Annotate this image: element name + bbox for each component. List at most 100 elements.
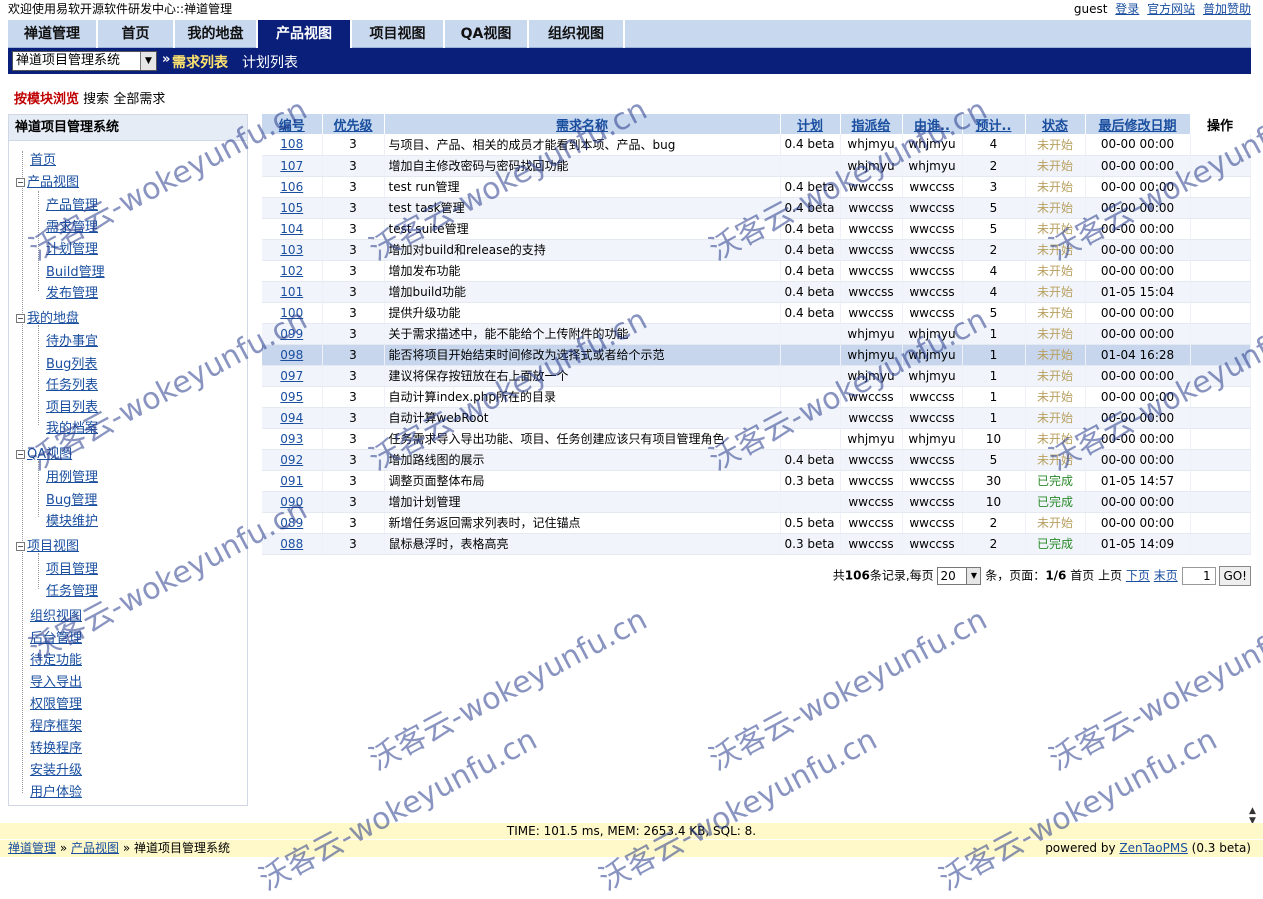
tree-item-product-manage[interactable]: 产品管理 [46, 194, 98, 213]
tab-org[interactable]: 组织视图 [529, 20, 625, 48]
col-status-header[interactable]: 状态 [1025, 114, 1086, 134]
col-pri-header[interactable]: 优先级 [322, 114, 385, 134]
tree-item-story-manage[interactable]: 需求管理 [46, 216, 98, 235]
story-id-link[interactable]: 102 [280, 264, 303, 278]
tree-item-bug-manage[interactable]: Bug管理 [46, 489, 97, 508]
collapse-icon[interactable]: − [16, 314, 25, 323]
official-site-link[interactable]: 官方网站 [1147, 2, 1195, 16]
story-id-link[interactable]: 106 [262, 176, 323, 198]
story-id-link[interactable]: 101 [262, 281, 323, 303]
story-id-link[interactable]: 099 [280, 327, 303, 341]
story-id-link[interactable]: 089 [262, 512, 323, 534]
table-row[interactable]: 105 3 test task管理 0.4 beta wwccss wwccss 5 未开始 0… [262, 197, 1251, 219]
col-last-edited-header[interactable]: 最后修改日期 [1085, 114, 1191, 134]
collapse-icon[interactable]: − [16, 450, 25, 459]
table-row[interactable]: 108 3 与项目、产品、相关的成员才能看到本项、产品、bug 0.4 beta whj… [262, 134, 1251, 156]
login-link[interactable]: 登录 [1115, 2, 1139, 16]
story-id-link[interactable]: 106 [280, 180, 303, 194]
sponsor-link[interactable]: 普加赞助 [1203, 2, 1251, 16]
tab-project[interactable]: 项目视图 [352, 20, 445, 48]
zentao-link[interactable]: ZenTaoPMS [1119, 841, 1187, 855]
tree-item-converter[interactable]: 转换程序 [30, 737, 82, 756]
story-id-link[interactable]: 105 [262, 197, 323, 219]
story-id-link[interactable]: 104 [262, 218, 323, 240]
story-id-link[interactable]: 098 [280, 348, 303, 362]
table-row[interactable]: 106 3 test run管理 0.4 beta wwccss wwccss 3 未开始 00… [262, 176, 1251, 198]
story-id-link[interactable]: 093 [262, 428, 323, 450]
table-row[interactable]: 093 3 任务需求导入导出功能、项目、任务创建应该只有项目管理角色 whjmyu wh… [262, 428, 1251, 450]
tree-item-profile[interactable]: 我的档案 [46, 417, 98, 436]
story-id-link[interactable]: 089 [280, 516, 303, 530]
col-id-header[interactable]: 编号 [262, 114, 323, 134]
story-id-link[interactable]: 088 [280, 537, 303, 551]
last-page-link[interactable]: 末页 [1154, 569, 1178, 583]
table-row[interactable]: 099 3 关于需求描述中，能不能给个上传附件的功能 whjmyu whjmyu 1 未开始… [262, 323, 1251, 345]
tree-item-home[interactable]: 首页 [30, 149, 56, 168]
tree-item-module-maintain[interactable]: 模块维护 [46, 510, 98, 529]
table-row[interactable]: 088 3 鼠标悬浮时，表格高亮 0.3 beta wwccss wwccss 2 已完成 01… [262, 533, 1251, 555]
tree-item-plan-manage[interactable]: 计划管理 [46, 238, 98, 257]
story-id-link[interactable]: 103 [262, 239, 323, 261]
story-id-link[interactable]: 105 [280, 201, 303, 215]
story-id-link[interactable]: 093 [280, 432, 303, 446]
story-id-link[interactable]: 088 [262, 533, 323, 555]
tree-item-pending[interactable]: 待定功能 [30, 649, 82, 668]
story-id-link[interactable]: 107 [262, 155, 323, 177]
story-id-link[interactable]: 107 [280, 159, 303, 173]
tab-zentao[interactable]: 禅道管理 [8, 20, 98, 48]
tree-item-framework[interactable]: 程序框架 [30, 715, 82, 734]
story-id-link[interactable]: 103 [280, 243, 303, 257]
story-id-link[interactable]: 097 [280, 369, 303, 383]
tree-item-release-manage[interactable]: 发布管理 [46, 282, 98, 301]
tree-item-project-manage[interactable]: 项目管理 [46, 558, 98, 577]
table-row[interactable]: 095 3 自动计算index.php所在的目录 wwccss wwccss 1 未开始 00… [262, 386, 1251, 408]
table-row[interactable]: 097 3 建议将保存按钮放在右上面放一个 whjmyu whjmyu 1 未开始 00-00… [262, 365, 1251, 387]
per-page-select[interactable]: 20 ▼ [937, 567, 982, 585]
browse-by-module[interactable]: 按模块浏览 [14, 92, 79, 107]
tree-item-build-manage[interactable]: Build管理 [46, 261, 105, 280]
story-id-link[interactable]: 108 [262, 134, 323, 156]
tree-item-task-manage[interactable]: 任务管理 [46, 580, 98, 599]
collapse-icon[interactable]: − [16, 178, 25, 187]
story-id-link[interactable]: 090 [262, 491, 323, 513]
tree-item-permission[interactable]: 权限管理 [30, 693, 82, 712]
table-row[interactable]: 104 3 test suite管理 0.4 beta wwccss wwccss 5 未开始… [262, 218, 1251, 240]
tab-my[interactable]: 我的地盘 [175, 20, 258, 48]
table-row[interactable]: 107 3 增加自主修改密码与密码找回功能 whjmyu whjmyu 2 未开始 00-00… [262, 155, 1251, 177]
next-page-link[interactable]: 下页 [1126, 569, 1150, 583]
story-id-link[interactable]: 100 [262, 302, 323, 324]
col-opened-by-header[interactable]: 由谁.. [902, 114, 963, 134]
collapse-icon[interactable]: − [16, 542, 25, 551]
table-row[interactable]: 100 3 提供升级功能 0.4 beta wwccss wwccss 5 未开始 00-00 … [262, 302, 1251, 324]
story-id-link[interactable]: 097 [262, 365, 323, 387]
table-row[interactable]: 090 3 增加计划管理 wwccss wwccss 10 已完成 00-00 00:00 [262, 491, 1251, 513]
story-id-link[interactable]: 091 [280, 474, 303, 488]
story-id-link[interactable]: 102 [262, 260, 323, 282]
browse-all-stories[interactable]: 全部需求 [113, 92, 165, 107]
product-select[interactable]: 禅道项目管理系统 ▼ [12, 51, 157, 71]
story-id-link[interactable]: 094 [262, 407, 323, 429]
tree-item-bug-list[interactable]: Bug列表 [46, 353, 97, 372]
tab-product[interactable]: 产品视图 [258, 20, 352, 48]
tree-item-install[interactable]: 安装升级 [30, 759, 82, 778]
tree-item-ux[interactable]: 用户体验 [30, 781, 82, 800]
table-row[interactable]: 102 3 增加发布功能 0.4 beta wwccss wwccss 4 未开始 00-00 … [262, 260, 1251, 282]
breadcrumb-product[interactable]: 产品视图 [71, 841, 119, 855]
story-id-link[interactable]: 095 [280, 390, 303, 404]
tree-item-project-list[interactable]: 项目列表 [46, 396, 98, 415]
col-estimate-header[interactable]: 预计.. [962, 114, 1026, 134]
col-plan-header[interactable]: 计划 [780, 114, 841, 134]
story-id-link[interactable]: 090 [280, 495, 303, 509]
story-id-link[interactable]: 108 [280, 137, 303, 151]
story-id-link[interactable]: 092 [280, 453, 303, 467]
tree-item-case-manage[interactable]: 用例管理 [46, 466, 98, 485]
tree-item-task-list[interactable]: 任务列表 [46, 374, 98, 393]
story-id-link[interactable]: 091 [262, 470, 323, 492]
breadcrumb-zentao[interactable]: 禅道管理 [8, 841, 56, 855]
go-button[interactable]: GO! [1219, 566, 1251, 586]
story-id-link[interactable]: 100 [280, 306, 303, 320]
subnav-plan-list[interactable]: 计划列表 [242, 52, 298, 72]
tree-item-todo[interactable]: 待办事宜 [46, 330, 98, 349]
story-id-link[interactable]: 104 [280, 222, 303, 236]
page-number-input[interactable]: 1 [1181, 567, 1216, 585]
